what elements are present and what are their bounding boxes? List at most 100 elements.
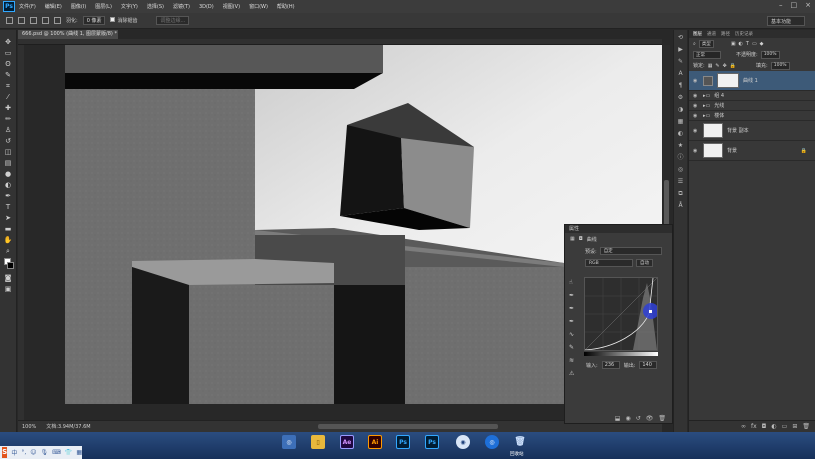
white-point-eyedropper-icon[interactable]: ✒	[569, 318, 574, 325]
layer-group-light[interactable]: ◉ ▸▭ 光线	[689, 101, 815, 111]
workspace-select[interactable]: 基本功能	[767, 16, 805, 26]
adjustments-panel-icon[interactable]: ◐	[677, 130, 685, 138]
new-adjustment-icon[interactable]: ◐	[771, 423, 776, 430]
ime-chinese-icon[interactable]: 中	[11, 448, 17, 457]
visibility-eye-icon[interactable]: ◉	[693, 78, 699, 84]
lasso-tool-preset-icon[interactable]	[6, 17, 13, 24]
paragraph-panel-icon[interactable]: ¶	[677, 82, 685, 90]
layer-background-copy[interactable]: ◉ 背景 副本	[689, 121, 815, 141]
color-swatches[interactable]	[3, 258, 14, 272]
layer-curves-1[interactable]: ◉ 曲线 1	[689, 71, 815, 91]
quick-mask-icon[interactable]: ◙	[4, 274, 13, 283]
type-tool-icon[interactable]: T	[4, 203, 13, 212]
clone-stamp-icon[interactable]: ♙	[4, 126, 13, 135]
fill-input[interactable]: 100%	[770, 61, 790, 70]
smooth-curve-icon[interactable]: ≋	[569, 357, 574, 364]
filter-kind-select[interactable]: 类型	[698, 39, 714, 48]
crop-tool-icon[interactable]: ⌗	[4, 82, 13, 91]
mask-icon[interactable]: ◘	[579, 236, 583, 242]
menu-file[interactable]: 文件(F)	[19, 3, 36, 10]
menu-layer[interactable]: 图层(L)	[95, 3, 112, 10]
menu-type[interactable]: 文字(Y)	[121, 3, 138, 10]
curve-point-tool-icon[interactable]: ∿	[569, 331, 574, 338]
path-select-icon[interactable]: ➤	[4, 214, 13, 223]
toggle-visibility-icon[interactable]: 👁	[646, 415, 654, 422]
ime-emoji-icon[interactable]: ☺	[30, 449, 36, 456]
menu-select[interactable]: 选择(S)	[147, 3, 164, 10]
maximize-icon[interactable]: □	[791, 1, 798, 9]
sogou-ime-icon[interactable]: S	[2, 447, 8, 458]
pen-tool-icon[interactable]: ✒	[4, 192, 13, 201]
lock-icons[interactable]: ▦✎✥🔒	[708, 63, 739, 69]
clip-to-layer-icon[interactable]: ⬓	[615, 415, 621, 422]
tab-paths[interactable]: 路径	[721, 31, 730, 37]
intersect-selection-icon[interactable]	[54, 17, 61, 24]
menu-view[interactable]: 视图(V)	[223, 3, 240, 10]
layer-group-building[interactable]: ◉ ▸▭ 楼体	[689, 111, 815, 121]
curve-graph[interactable]	[584, 277, 659, 351]
after-effects-icon[interactable]: Ae	[340, 435, 354, 449]
photoshop-icon-2[interactable]: Ps	[425, 435, 439, 449]
menu-filter[interactable]: 滤镜(T)	[173, 3, 190, 10]
menu-3d[interactable]: 3D(D)	[199, 4, 214, 10]
new-selection-icon[interactable]	[18, 17, 25, 24]
ime-voice-icon[interactable]: 🎙	[41, 449, 49, 456]
navigator-panel-icon[interactable]: ◎	[677, 166, 685, 174]
view-previous-icon[interactable]: ◉	[625, 415, 630, 422]
channel-select[interactable]: RGB	[585, 259, 633, 267]
browser-icon[interactable]: ◉	[456, 435, 470, 449]
visibility-eye-icon[interactable]: ◉	[693, 113, 699, 119]
refine-edge-button[interactable]: 调整边缘...	[156, 16, 190, 25]
file-explorer-icon[interactable]: ▯	[311, 435, 325, 449]
shape-tool-icon[interactable]: ▬	[4, 225, 13, 234]
add-selection-icon[interactable]	[30, 17, 37, 24]
photoshop-icon[interactable]: Ps	[396, 435, 410, 449]
feather-input[interactable]: 0 像素	[82, 16, 106, 25]
visibility-eye-icon[interactable]: ◉	[693, 148, 699, 154]
brush-tool-icon[interactable]: ✏	[4, 115, 13, 124]
clipping-warning-icon[interactable]: ⚠	[569, 370, 574, 377]
glyph-panel-icon[interactable]: Å	[677, 202, 685, 210]
add-mask-icon[interactable]: ◘	[762, 423, 767, 430]
layer-background[interactable]: ◉ 背景 🔒	[689, 141, 815, 161]
marquee-tool-icon[interactable]: ▭	[4, 49, 13, 58]
zoom-level[interactable]: 100%	[22, 424, 36, 430]
ime-tools-icon[interactable]: ▦	[76, 449, 82, 456]
visibility-eye-icon[interactable]: ◉	[693, 103, 699, 109]
styles-panel-icon[interactable]: ★	[677, 142, 685, 150]
curve-control-point[interactable]	[649, 310, 652, 313]
auto-button[interactable]: 自动	[636, 259, 653, 267]
target-adjust-icon[interactable]: ☝	[569, 279, 574, 286]
ime-skin-icon[interactable]: 👕	[65, 449, 72, 456]
antialias-checkbox[interactable]: 消除锯齿	[110, 17, 137, 24]
link-layers-icon[interactable]: ∞	[741, 423, 746, 430]
document-tab[interactable]: 666.psd @ 100% (曲线 1, 图层蒙版/8) *	[18, 30, 118, 39]
menu-edit[interactable]: 编辑(E)	[45, 3, 62, 10]
dodge-tool-icon[interactable]: ◐	[4, 181, 13, 190]
swatches-panel-icon[interactable]: ▦	[677, 118, 685, 126]
layer-group-4[interactable]: ◉ ▸▭ 组 4	[689, 91, 815, 101]
minimize-icon[interactable]: –	[779, 1, 783, 9]
eraser-icon[interactable]: ◫	[4, 148, 13, 157]
menu-window[interactable]: 窗口(W)	[249, 3, 268, 10]
new-layer-icon[interactable]: ⊞	[792, 423, 797, 430]
subtract-selection-icon[interactable]	[42, 17, 49, 24]
blend-mode-select[interactable]: 正常	[693, 50, 721, 59]
tab-channels[interactable]: 通道	[707, 31, 716, 37]
layer-style-icon[interactable]: fx	[751, 423, 757, 430]
eyedropper-icon[interactable]: ⁄	[4, 93, 13, 102]
layer-comps-icon[interactable]: ⧉	[677, 190, 685, 198]
black-point-eyedropper-icon[interactable]: ✒	[569, 292, 574, 299]
screen-mode-icon[interactable]: ▣	[4, 285, 13, 294]
history-brush-icon[interactable]: ↺	[4, 137, 13, 146]
output-value-field[interactable]: 140	[639, 361, 658, 369]
properties-panel-icon[interactable]: ☰	[677, 178, 685, 186]
color-panel-icon[interactable]: ◑	[677, 106, 685, 114]
zoom-tool-icon[interactable]: ⌕	[4, 247, 13, 256]
recycle-bin-icon[interactable]: 🗑	[513, 435, 527, 449]
ime-punctuation-icon[interactable]: °,	[21, 449, 26, 456]
move-tool-icon[interactable]: ✥	[4, 38, 13, 47]
actions-panel-icon[interactable]: ▶	[677, 46, 685, 54]
menu-help[interactable]: 帮助(H)	[277, 3, 295, 10]
close-icon[interactable]: ×	[805, 1, 811, 9]
